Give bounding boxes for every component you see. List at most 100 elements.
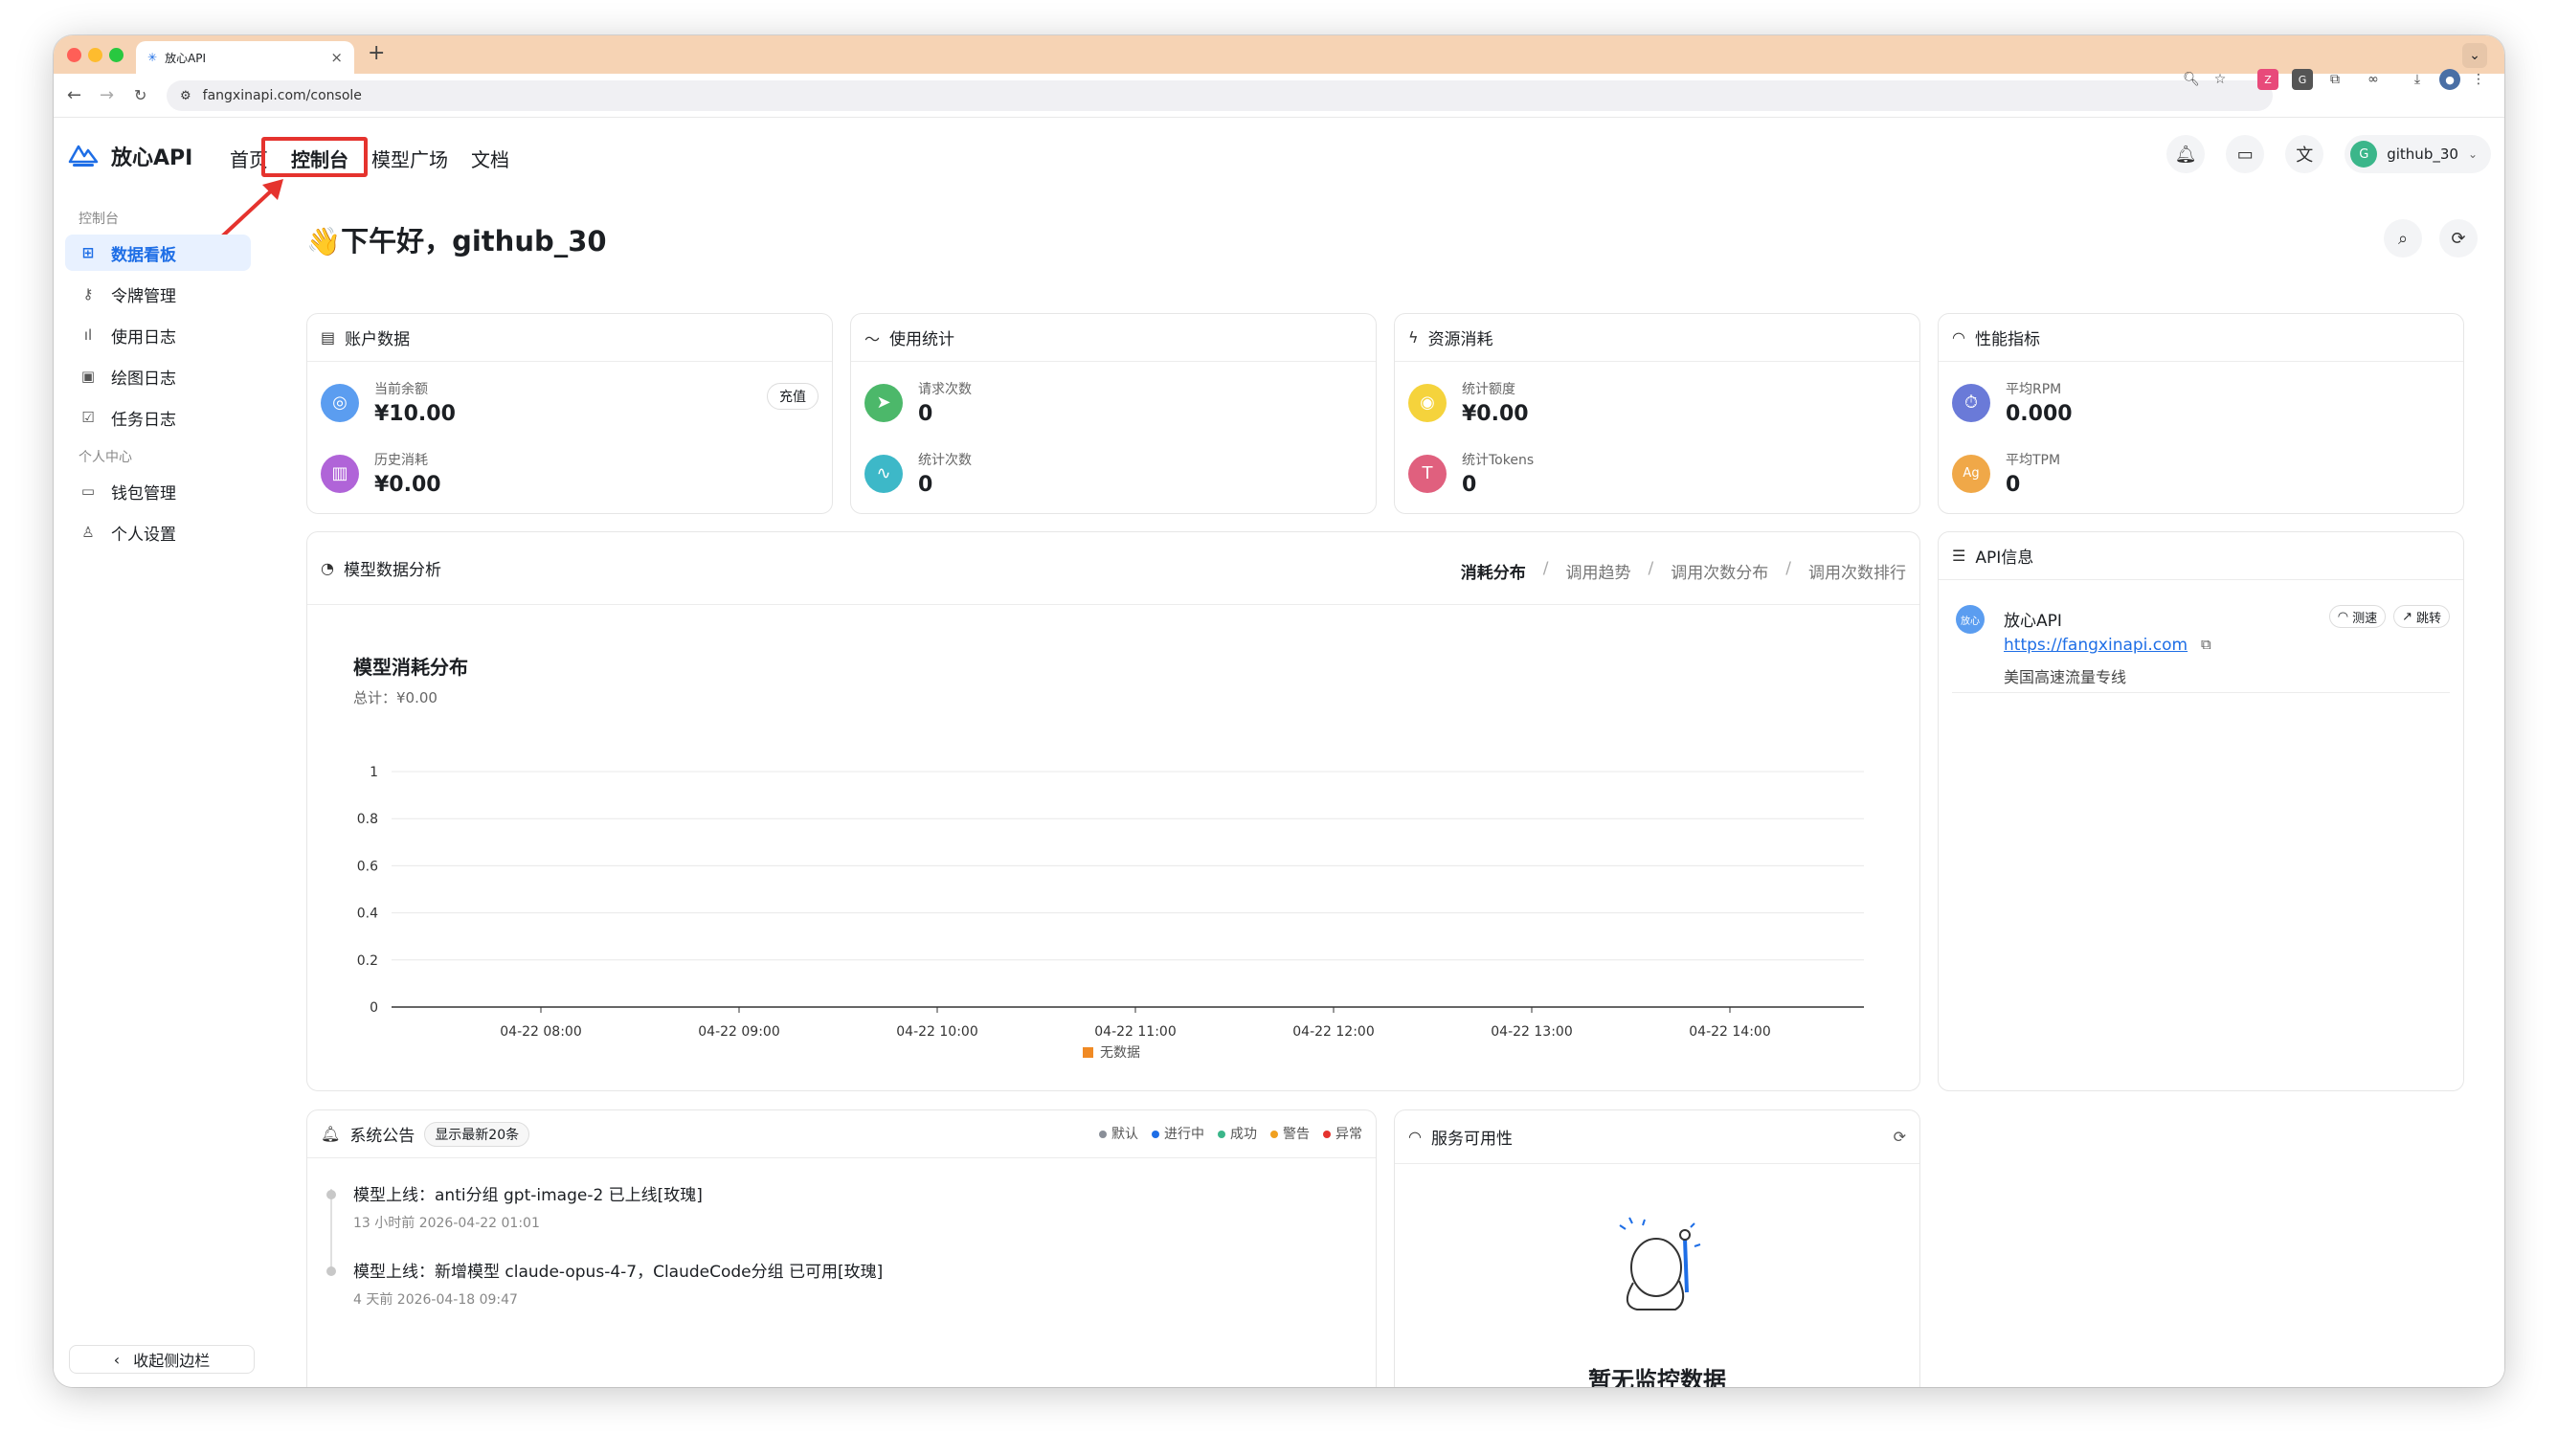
chevron-down-icon: ⌄ (2467, 147, 2478, 161)
checklist-icon: ☑ (81, 409, 95, 426)
forward-icon[interactable]: → (100, 85, 114, 105)
card-title: 系统公告 (349, 1127, 415, 1146)
coin-icon: ◉ (1408, 383, 1447, 422)
legend-item: 成功 (1218, 1124, 1257, 1143)
avatar: G (2350, 141, 2378, 168)
bookmark-star-icon[interactable]: ☆ (2210, 69, 2231, 90)
sidebar-item-label: 令牌管理 (111, 286, 176, 306)
x-tick-label: 04-22 12:00 (1292, 1024, 1374, 1040)
menu-dots-icon[interactable]: ⋮ (2468, 69, 2489, 90)
api-url-link[interactable]: https://fangxinapi.com (2004, 636, 2188, 655)
announcements-card: 🔔︎ 系统公告 显示最新20条 默认 进行中 成功 警告 异常 模型上线：anti分组 … (306, 1109, 1377, 1387)
extensions-puzzle-icon[interactable]: ⧉ (2324, 69, 2345, 90)
tab-call-count-ranking[interactable]: 调用次数排行 (1808, 559, 1906, 583)
sidebar-item-dashboard[interactable]: ⊞ 数据看板 (65, 235, 251, 271)
spent-stat: ▥ 历史消耗 ¥0.00 (321, 450, 441, 497)
status-dot (1218, 1131, 1225, 1138)
link-icon[interactable]: ∞ (2363, 69, 2384, 90)
text-icon: T (1408, 454, 1447, 493)
quota-stat: ◉ 统计额度 ¥0.00 (1408, 379, 1529, 426)
maximize-window-button[interactable] (109, 48, 123, 62)
sidebar-item-usage-log[interactable]: ıl 使用日志 (65, 317, 251, 353)
stat-value: 0 (1462, 473, 1477, 497)
gauge-icon: ◠ (2337, 609, 2349, 624)
zoom-icon[interactable]: 🔍︎ (2181, 69, 2202, 90)
stat-value: 0 (2006, 473, 2021, 497)
extension-icon[interactable]: G (2292, 69, 2313, 90)
tab-call-trend[interactable]: 调用趋势 (1566, 559, 1631, 583)
speed-label: 测速 (2352, 611, 2378, 626)
stat-label: 平均RPM (2006, 382, 2062, 397)
tab-consumption-distribution[interactable]: 消耗分布 (1461, 559, 1526, 583)
profile-avatar-icon[interactable]: ● (2439, 69, 2460, 90)
brand-logo[interactable]: 放心API (67, 141, 192, 171)
search-icon[interactable]: ⌕ (2384, 219, 2422, 258)
chevron-left-icon: ‹ (113, 1350, 121, 1369)
refresh-icon[interactable]: ⟳ (2439, 219, 2478, 258)
legend-label: 默认 (1111, 1127, 1138, 1142)
nav-model-plaza[interactable]: 模型广场 (360, 141, 460, 176)
minimize-window-button[interactable] (88, 48, 102, 62)
sidebar-item-drawing-log[interactable]: ▣ 绘图日志 (65, 358, 251, 394)
speed-test-button[interactable]: ◠ 测速 (2328, 605, 2387, 628)
sidebar-item-settings[interactable]: ♙ 个人设置 (65, 514, 251, 550)
y-tick-label: 1 (370, 765, 378, 780)
recharge-button[interactable]: 充值 (767, 383, 819, 410)
extension-icon[interactable]: Z (2257, 69, 2278, 90)
api-avatar: 放心 (1956, 605, 1985, 634)
sidebar-item-task-log[interactable]: ☑ 任务日志 (65, 399, 251, 436)
stat-label: 统计次数 (918, 453, 972, 468)
gauge-icon: ◠ (1408, 1128, 1422, 1146)
collapse-sidebar-button[interactable]: ‹ 收起侧边栏 (69, 1345, 255, 1374)
copy-icon[interactable]: ⧉ (2201, 636, 2211, 653)
nav-docs[interactable]: 文档 (460, 141, 521, 176)
greeting-actions: ⌕ ⟳ (2384, 219, 2478, 258)
gauge-icon: ◠ (1952, 328, 1965, 347)
monitor-icon[interactable]: ▭ (2226, 135, 2265, 173)
legend-label: 异常 (1335, 1127, 1362, 1142)
status-dot (1270, 1131, 1278, 1138)
tab-bar: ✳ 放心API × + ⌄ (54, 35, 2504, 74)
jump-label: 跳转 (2415, 611, 2441, 626)
external-link-icon: ↗ (2402, 609, 2412, 624)
translate-icon[interactable]: 文 (2285, 135, 2324, 173)
stat-value: 0.000 (2006, 402, 2073, 426)
sidebar-item-label: 数据看板 (111, 245, 176, 265)
close-window-button[interactable] (67, 48, 81, 62)
refresh-icon[interactable]: ⟳ (1894, 1128, 1906, 1146)
timeline-dot (326, 1266, 336, 1276)
tab-search-chevron-icon[interactable]: ⌄ (2462, 43, 2487, 68)
status-dot (1152, 1131, 1159, 1138)
card-title: 模型数据分析 (343, 561, 441, 580)
tab-call-count-distribution[interactable]: 调用次数分布 (1671, 559, 1768, 583)
legend-item: 默认 (1099, 1124, 1138, 1143)
notification-bell-icon[interactable]: 🔔︎ (2166, 135, 2206, 173)
collapse-label: 收起侧边栏 (133, 1352, 211, 1370)
stat-value: 0 (918, 473, 933, 497)
tpm-stat: Ag 平均TPM 0 (1952, 450, 2060, 497)
announcement-item: 模型上线：新增模型 claude-opus-4-7，ClaudeCode分组 已… (326, 1258, 883, 1309)
new-tab-button[interactable]: + (368, 41, 385, 65)
api-desc: 美国高速流量专线 (2004, 668, 2127, 686)
header-actions: 🔔︎ ▭ 文 G github_30 ⌄ (2166, 135, 2491, 173)
main-content: 👋下午好，github_30 ⌕ ⟳ ▤ 账户数据 ◎ 当前余额 ¥10.00 充值… (306, 190, 2487, 1387)
address-bar[interactable]: ⚙ fangxinapi.com/console (167, 80, 2273, 111)
card-title: 服务可用性 (1430, 1130, 1513, 1149)
user-menu[interactable]: G github_30 ⌄ (2345, 135, 2491, 173)
sidebar-item-wallet[interactable]: ▭ 钱包管理 (65, 473, 251, 509)
legend-label: 进行中 (1164, 1127, 1204, 1142)
sidebar-item-tokens[interactable]: ⚷ 令牌管理 (65, 276, 251, 312)
stat-label: 当前余额 (374, 382, 428, 397)
jump-button[interactable]: ↗ 跳转 (2393, 605, 2450, 628)
stat-label: 历史消耗 (374, 453, 428, 468)
chart-title: 模型消耗分布 (353, 656, 468, 679)
reload-icon[interactable]: ↻ (134, 86, 146, 104)
site-info-icon[interactable]: ⚙ (180, 89, 191, 103)
send-icon: ➤ (864, 383, 903, 422)
back-icon[interactable]: ← (67, 85, 81, 105)
x-tick-label: 04-22 11:00 (1094, 1024, 1176, 1040)
browser-tab[interactable]: ✳ 放心API × (136, 41, 354, 74)
download-icon[interactable]: ⤓ (2407, 69, 2428, 90)
x-tick-label: 04-22 13:00 (1491, 1024, 1572, 1040)
close-tab-icon[interactable]: × (330, 49, 343, 66)
